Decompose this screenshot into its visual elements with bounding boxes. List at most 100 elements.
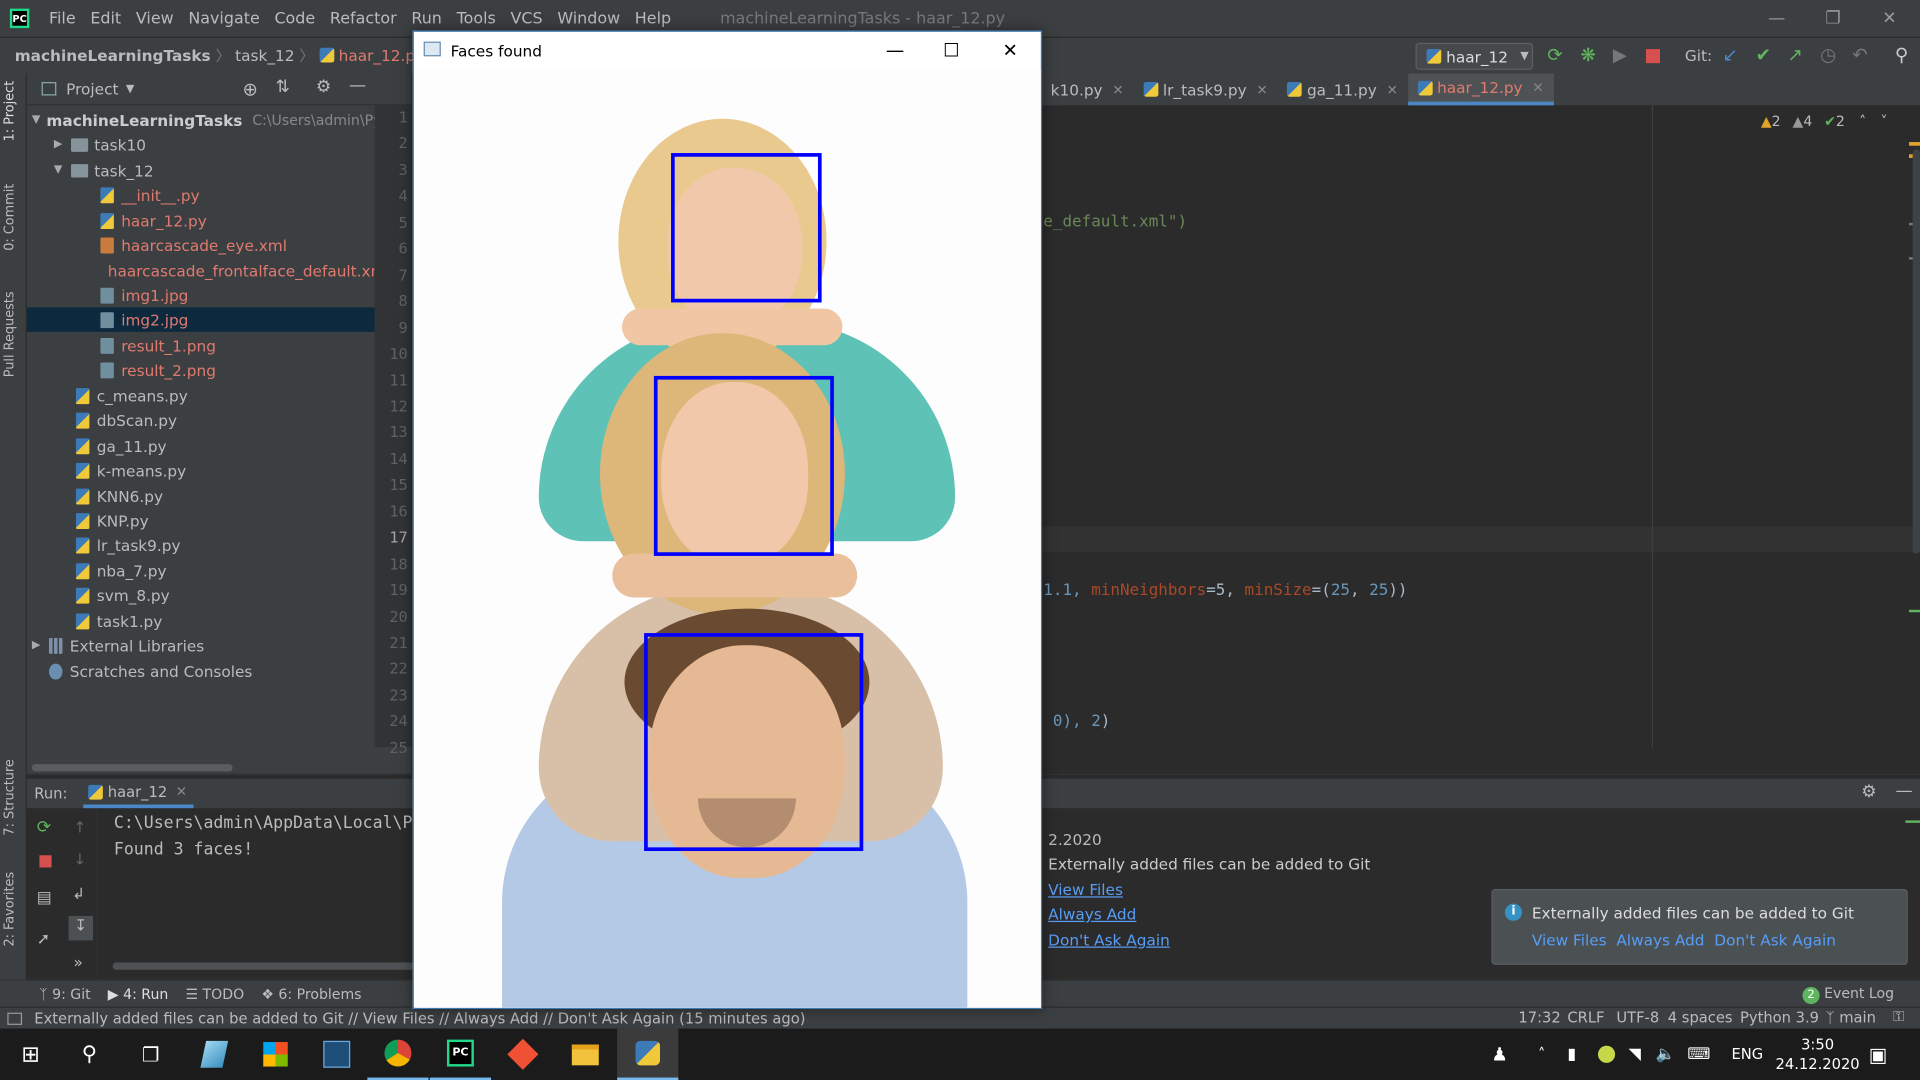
tab-lr-task9[interactable]: lr_task9.py ✕ — [1133, 73, 1277, 105]
clock[interactable]: 3:50 24.12.2020 — [1776, 1029, 1860, 1080]
tool-problems[interactable]: ❖ 6: Problems — [261, 985, 361, 1002]
taskbar-app[interactable] — [555, 1029, 616, 1080]
chevron-down-icon[interactable]: ˅ — [1880, 113, 1887, 130]
tree-file[interactable]: k-means.py — [27, 458, 375, 482]
restore-button[interactable]: ❐ — [1805, 0, 1861, 37]
arrow-down-icon[interactable]: ↓ — [73, 850, 86, 868]
taskbar-app[interactable] — [184, 1029, 245, 1080]
menu-window[interactable]: Window — [550, 9, 627, 27]
menu-file[interactable]: File — [42, 9, 83, 27]
collapse-all-icon[interactable]: ⇅ — [276, 77, 290, 97]
tab-commit[interactable]: 0: Commit — [2, 184, 17, 251]
chevron-down-icon[interactable]: ▼ — [126, 83, 134, 95]
tree-file[interactable]: result_1.png — [27, 333, 375, 357]
tree-file[interactable]: KNP.py — [27, 508, 375, 532]
close-button[interactable]: ✕ — [1861, 0, 1917, 37]
tree-folder-task12[interactable]: ▼ task_12 — [27, 158, 375, 182]
scroll-to-end-icon[interactable]: ↧ — [68, 915, 94, 941]
menu-view[interactable]: View — [129, 9, 181, 27]
wifi-icon[interactable]: ◥ — [1629, 1029, 1641, 1080]
python-interpreter[interactable]: Python 3.9 — [1740, 1009, 1819, 1026]
tree-file[interactable]: KNN6.py — [27, 484, 375, 508]
close-icon[interactable]: ✕ — [1532, 80, 1543, 96]
tab-pull-requests[interactable]: Pull Requests — [2, 291, 17, 377]
search-icon[interactable]: ⚲ — [1892, 45, 1912, 65]
tree-scratches[interactable]: Scratches and Consoles — [27, 659, 375, 683]
taskbar-app[interactable] — [492, 1029, 553, 1080]
hide-icon[interactable]: — — [1896, 781, 1913, 801]
menu-tools[interactable]: Tools — [449, 9, 503, 27]
horizontal-scrollbar[interactable] — [112, 962, 417, 970]
file-encoding[interactable]: UTF-8 — [1616, 1009, 1659, 1026]
tab-haar-12[interactable]: haar_12.py ✕ — [1407, 73, 1554, 106]
always-add-link[interactable]: Always Add — [1616, 931, 1704, 949]
debug-icon[interactable]: ❋ — [1578, 45, 1598, 65]
soft-wrap-icon[interactable]: ↲ — [72, 884, 85, 902]
git-branch-widget[interactable]: ᛉ main — [1826, 1009, 1876, 1026]
tree-file-selected[interactable]: img2.jpg — [26, 307, 375, 332]
event-log-dont-ask-link[interactable]: Don't Ask Again — [1048, 931, 1170, 949]
line-separator[interactable]: CRLF — [1567, 1009, 1604, 1026]
tree-file[interactable]: dbScan.py — [27, 408, 375, 432]
start-button[interactable]: ⊞ — [0, 1029, 61, 1080]
git-commit-icon[interactable]: ✔ — [1753, 45, 1773, 65]
rollback-icon[interactable]: ↶ — [1850, 45, 1870, 65]
close-icon[interactable]: ✕ — [1256, 81, 1267, 97]
more-icon[interactable]: » — [73, 953, 82, 971]
tree-file[interactable]: haarcascade_eye.xml — [27, 233, 375, 257]
tab-k10[interactable]: k10.py ✕ — [1041, 73, 1134, 105]
people-icon[interactable]: ♟ — [1491, 1029, 1507, 1080]
tree-file[interactable]: svm_8.py — [27, 583, 375, 607]
menu-code[interactable]: Code — [267, 9, 322, 27]
taskbar-app[interactable] — [306, 1029, 367, 1080]
breadcrumb-project[interactable]: machineLearningTasks — [10, 47, 216, 65]
tree-file[interactable]: haarcascade_frontalface_default.xml — [27, 258, 390, 282]
chevron-up-icon[interactable]: ˄ — [1538, 1029, 1545, 1080]
coverage-icon[interactable]: ▶ — [1610, 45, 1630, 65]
tree-file[interactable]: ga_11.py — [27, 433, 375, 457]
arrow-up-icon[interactable]: ↑ — [73, 818, 86, 836]
view-files-link[interactable]: View Files — [1532, 931, 1607, 949]
menu-vcs[interactable]: VCS — [503, 9, 550, 27]
error-stripe-mark[interactable] — [1908, 609, 1920, 613]
tab-project[interactable]: 1: Project — [2, 81, 17, 142]
git-update-icon[interactable]: ↙ — [1720, 45, 1740, 65]
taskbar-app[interactable] — [245, 1029, 306, 1080]
run-tab[interactable]: haar_12 ✕ — [83, 779, 194, 809]
tree-file[interactable]: task1.py — [27, 609, 375, 633]
menu-help[interactable]: Help — [627, 9, 678, 27]
project-panel-title[interactable]: Project — [66, 80, 118, 98]
faces-found-window[interactable]: Faces found — ☐ ✕ — [412, 30, 1043, 1009]
notifications-icon[interactable]: ▣ — [1869, 1029, 1888, 1080]
taskbar-app-active[interactable] — [617, 1028, 679, 1080]
gear-icon[interactable]: ⚙ — [1861, 782, 1876, 802]
menu-navigate[interactable]: Navigate — [181, 9, 267, 27]
rerun-icon[interactable]: ⟳ — [37, 818, 51, 838]
close-icon[interactable]: ✕ — [176, 784, 187, 800]
language-indicator[interactable]: ENG — [1731, 1029, 1763, 1080]
tree-file[interactable]: lr_task9.py — [27, 533, 375, 557]
dont-ask-again-link[interactable]: Don't Ask Again — [1714, 931, 1836, 949]
volume-icon[interactable]: 🔈 — [1656, 1029, 1676, 1080]
nvidia-icon[interactable] — [1597, 1029, 1616, 1080]
close-button[interactable]: ✕ — [982, 32, 1038, 69]
tree-root[interactable]: ▼ machineLearningTasks C:\Users\admin\Py… — [27, 108, 398, 132]
status-toggle-icon[interactable] — [7, 1012, 23, 1025]
tab-ga-11[interactable]: ga_11.py ✕ — [1278, 73, 1408, 105]
pin-icon[interactable]: ➚ — [37, 931, 50, 949]
menu-run[interactable]: Run — [404, 9, 449, 27]
tree-file[interactable]: result_2.png — [27, 358, 375, 382]
caret-position[interactable]: 17:32 — [1518, 1009, 1560, 1026]
tree-folder-task10[interactable]: ▶ task10 — [27, 132, 375, 156]
horizontal-scrollbar[interactable] — [31, 764, 233, 772]
breadcrumb-folder[interactable]: task_12 — [230, 47, 299, 65]
close-icon[interactable]: ✕ — [1112, 81, 1123, 97]
maximize-button[interactable]: ☐ — [923, 32, 979, 69]
stop-icon[interactable]: ■ — [38, 852, 53, 870]
window-titlebar[interactable]: Faces found — ☐ ✕ — [414, 32, 1041, 69]
tree-file[interactable]: nba_7.py — [27, 558, 375, 582]
git-push-icon[interactable]: ↗ — [1785, 45, 1805, 65]
tree-file[interactable]: haar_12.py — [27, 208, 375, 232]
error-stripe-mark[interactable] — [1908, 142, 1920, 146]
tool-run[interactable]: ▶ 4: Run — [108, 985, 169, 1002]
